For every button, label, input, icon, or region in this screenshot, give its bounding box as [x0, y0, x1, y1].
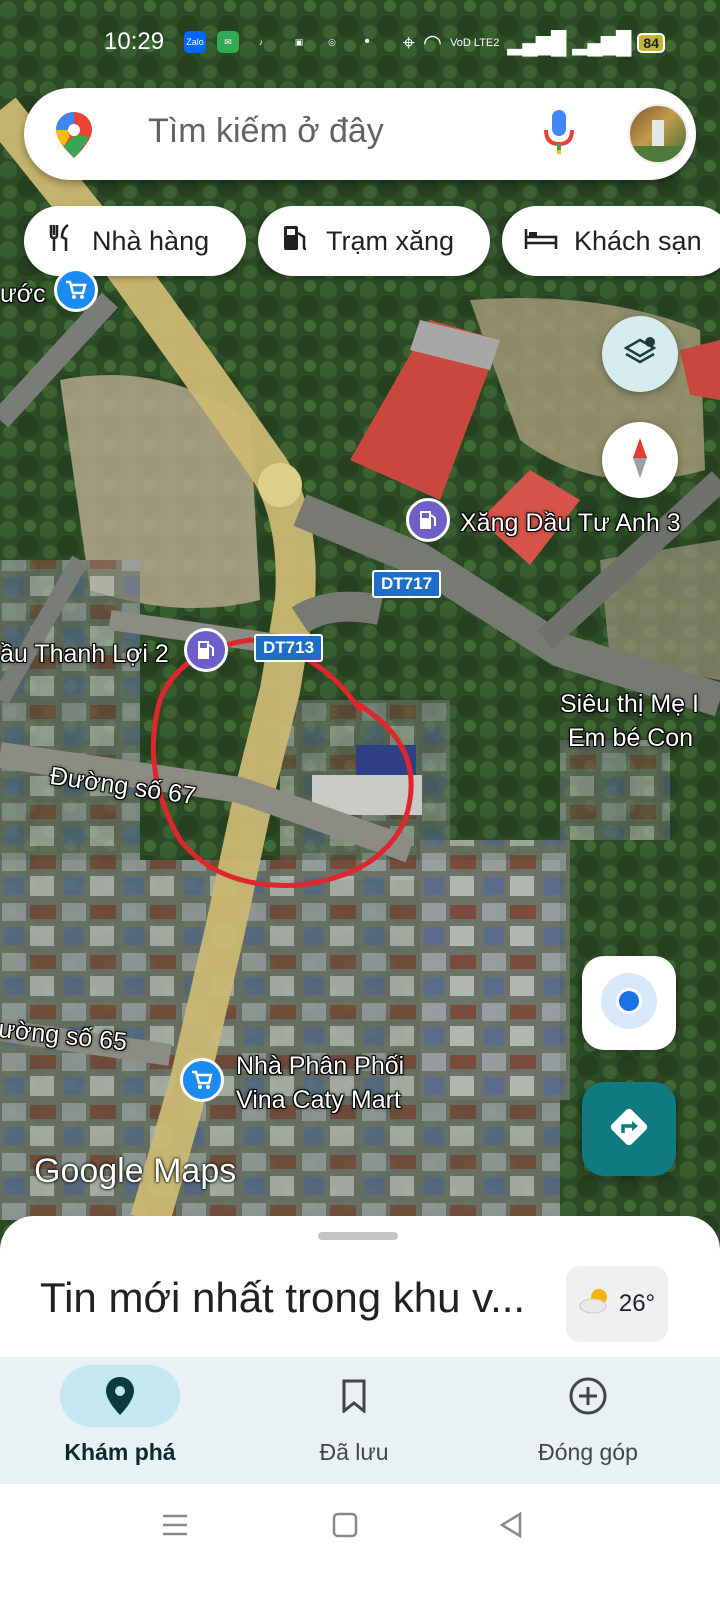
- map-label-xang-dau[interactable]: Xăng Dầu Tư Anh 3: [460, 509, 681, 538]
- weather-chip[interactable]: 26°: [566, 1266, 668, 1342]
- status-bar: 10:29 Zalo ✉ ♪ ▣ ◎ • ⌖ ◠ VoD LTE2 ▂▄▆█ ▂…: [0, 0, 720, 80]
- home-icon[interactable]: [330, 1510, 360, 1545]
- tab-contribute[interactable]: Đóng góp: [468, 1357, 708, 1484]
- gas-station-poi-icon-2[interactable]: [184, 628, 228, 672]
- explore-pin-icon: [60, 1365, 180, 1427]
- map-label-sieu-thi-1[interactable]: Siêu thị Mẹ I: [560, 690, 699, 719]
- map-label-nha-phan-phoi-1[interactable]: Nhà Phân Phối: [236, 1052, 404, 1081]
- system-nav-bar: [0, 1484, 720, 1600]
- map-label-uoc: ước: [0, 280, 46, 308]
- map-label-sieu-thi-2[interactable]: Em bé Con: [568, 724, 693, 753]
- chip-label: Khách sạn: [574, 225, 702, 256]
- signal2-icon: ▂▄▆█: [572, 30, 631, 55]
- battery-indicator: 84: [637, 33, 665, 53]
- tab-explore[interactable]: Khám phá: [0, 1357, 240, 1484]
- layers-icon: [622, 334, 658, 375]
- temperature: 26°: [618, 1290, 656, 1317]
- chip-restaurants[interactable]: Nhà hàng: [24, 206, 246, 276]
- compass-button[interactable]: [602, 422, 678, 498]
- sheet-drag-handle[interactable]: [318, 1232, 398, 1240]
- maps-pin-logo-icon: [56, 112, 92, 163]
- bookmark-icon: [294, 1365, 414, 1427]
- map-label-thanh-loi[interactable]: ầu Thanh Lợi 2: [0, 640, 169, 669]
- chip-label: Trạm xăng: [326, 225, 455, 256]
- bed-icon: [524, 223, 558, 260]
- signal-icon: ▂▄▆█: [507, 30, 566, 55]
- tab-label: Khám phá: [64, 1439, 176, 1465]
- shopping-cart-poi-icon[interactable]: [54, 268, 98, 312]
- route-shield-dt713: DT713: [254, 634, 324, 662]
- gas-station-poi-icon[interactable]: [406, 498, 450, 542]
- partly-cloudy-icon: [579, 1288, 613, 1321]
- chrome-icon: ◎: [328, 37, 336, 47]
- status-time: 10:29: [104, 28, 165, 55]
- network-type: VoD LTE2: [450, 36, 500, 49]
- dot-icon: •: [364, 33, 370, 50]
- layers-button[interactable]: [602, 316, 678, 392]
- directions-button[interactable]: [582, 1082, 676, 1176]
- tiktok-icon: ♪: [258, 37, 264, 47]
- location-status-icon: ⌖: [402, 30, 415, 55]
- shop-icon: ▣: [294, 37, 304, 47]
- directions-icon: [607, 1105, 651, 1154]
- avatar[interactable]: [628, 104, 688, 164]
- gas-pump-icon: [280, 223, 310, 260]
- search-input[interactable]: Tìm kiếm ở đây: [148, 112, 384, 151]
- route-shield-dt717: DT717: [372, 570, 442, 598]
- chip-label: Nhà hàng: [92, 225, 210, 256]
- chip-gas-stations[interactable]: Trạm xăng: [258, 206, 490, 276]
- bottom-nav: Khám phá Đã lưu Đóng góp: [0, 1357, 720, 1484]
- my-location-icon: [599, 971, 659, 1036]
- sheet-title[interactable]: Tin mới nhất trong khu v...: [40, 1274, 525, 1322]
- chat-icon: ✉: [217, 31, 239, 53]
- add-circle-icon: [528, 1365, 648, 1427]
- fork-knife-icon: [46, 223, 76, 260]
- google-maps-logo: Google Maps: [34, 1152, 237, 1190]
- tab-label: Đã lưu: [319, 1439, 389, 1465]
- my-location-button[interactable]: [582, 956, 676, 1050]
- mic-icon[interactable]: [544, 110, 574, 161]
- compass-icon: [625, 436, 655, 485]
- shopping-cart-poi-icon-2[interactable]: [180, 1058, 224, 1102]
- map-label-nha-phan-phoi-2[interactable]: Vina Caty Mart: [236, 1086, 401, 1115]
- zalo-icon: Zalo: [184, 31, 206, 53]
- tab-label: Đóng góp: [538, 1439, 638, 1465]
- search-bar[interactable]: Tìm kiếm ở đây: [24, 88, 696, 180]
- tab-saved[interactable]: Đã lưu: [234, 1357, 474, 1484]
- chip-hotels[interactable]: Khách sạn: [502, 206, 720, 276]
- recent-apps-icon[interactable]: [160, 1510, 190, 1545]
- back-icon[interactable]: [496, 1510, 526, 1545]
- wifi-icon: ◠: [422, 30, 443, 55]
